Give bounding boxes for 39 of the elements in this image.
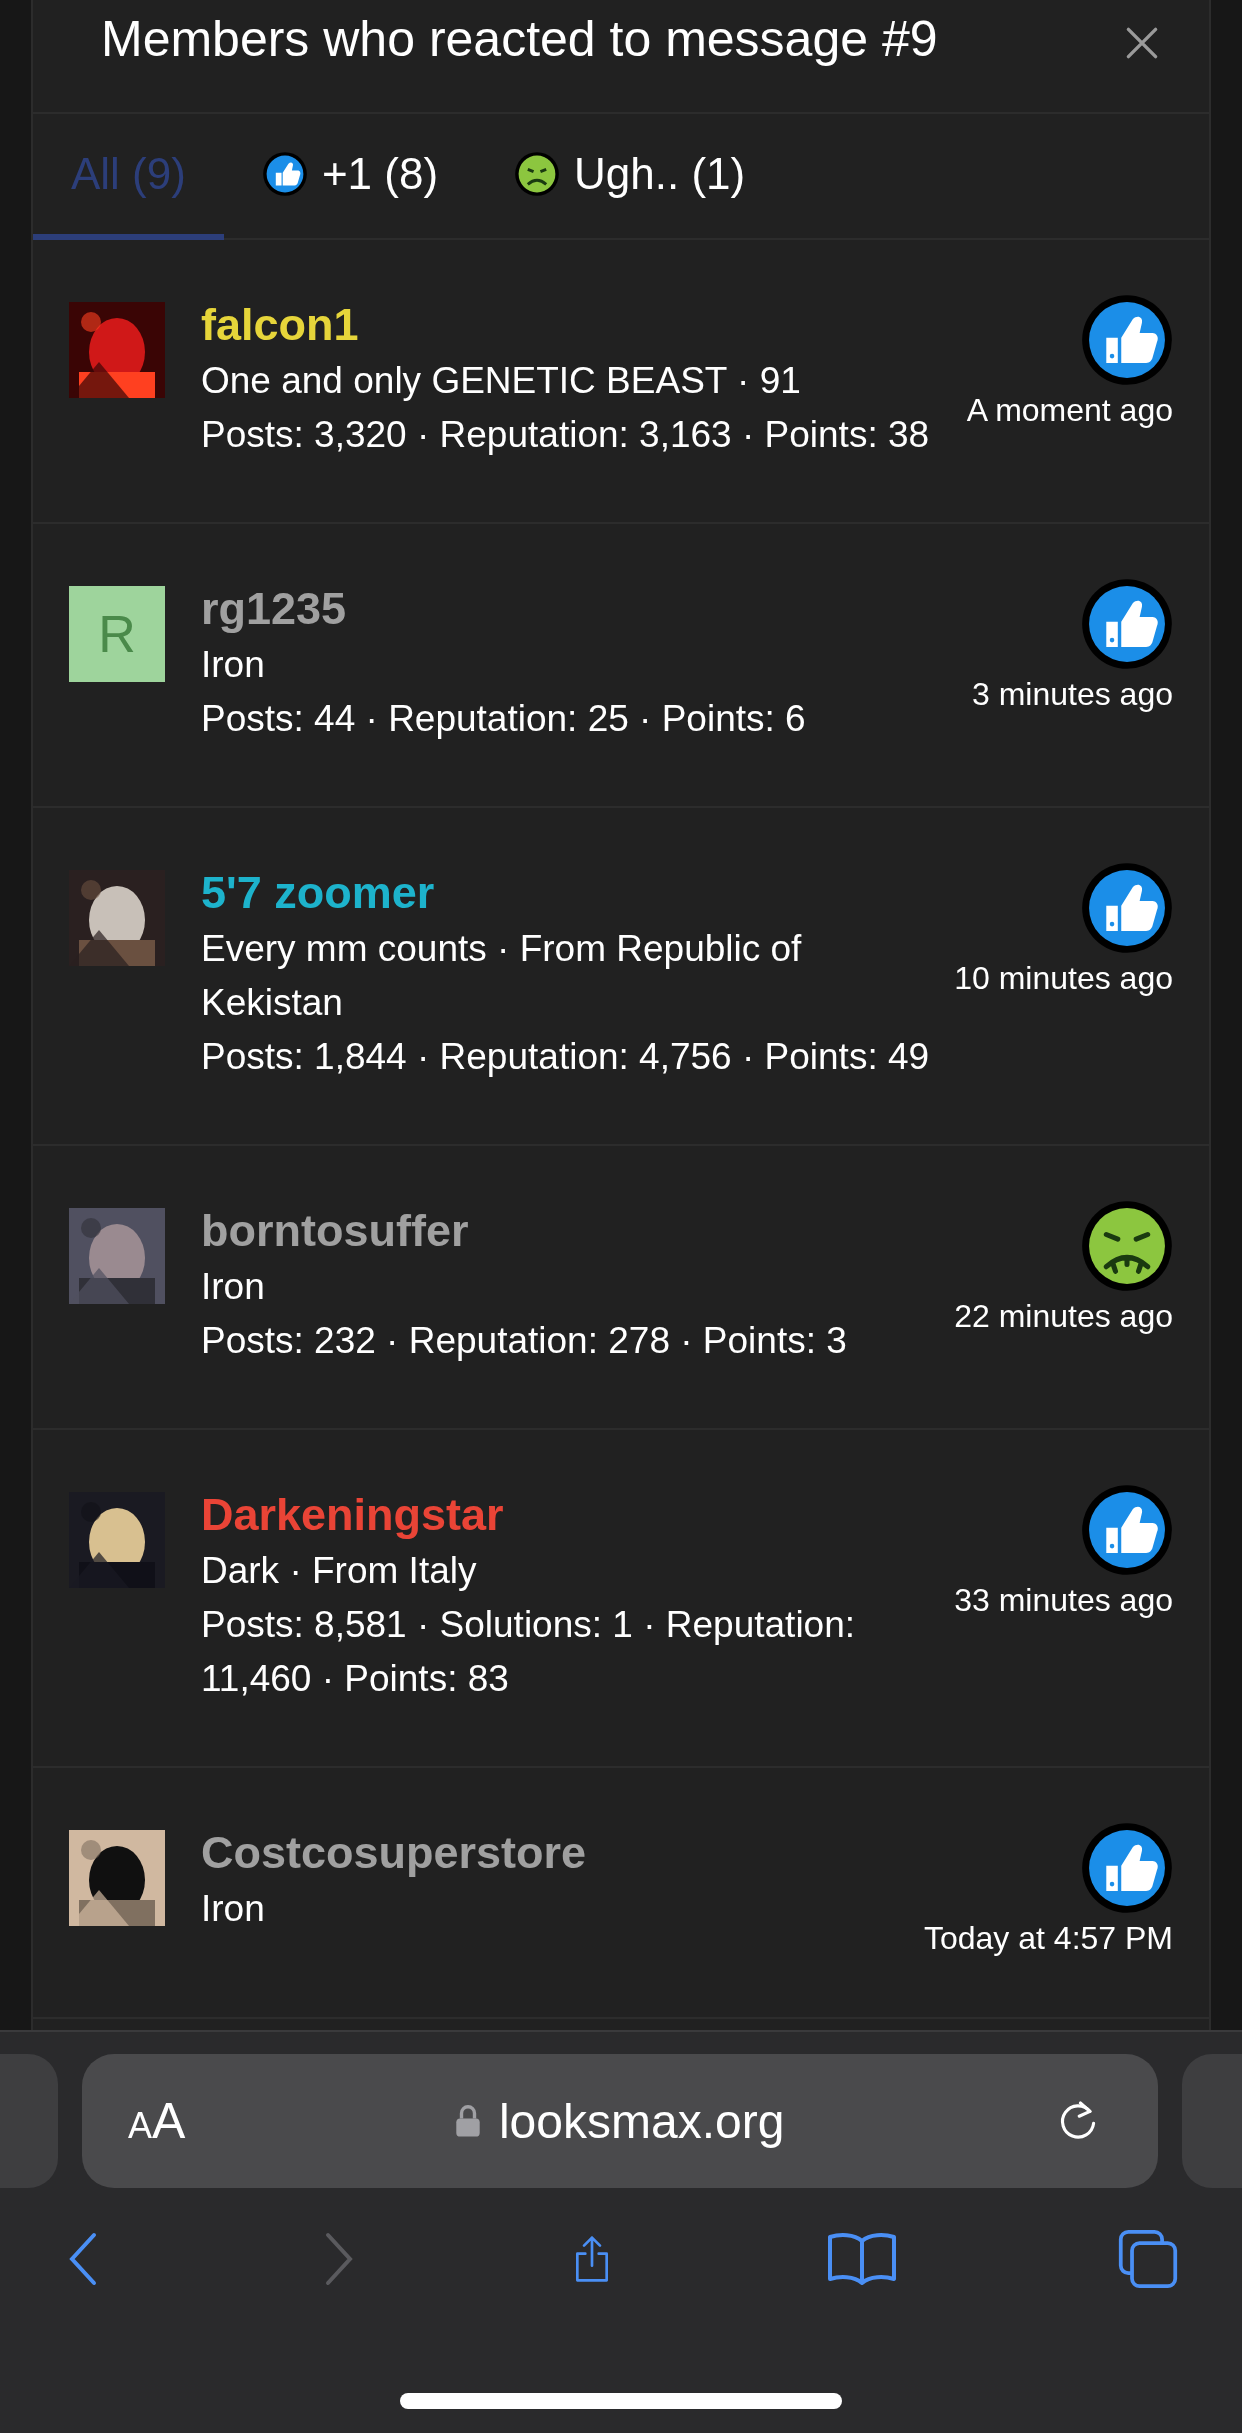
reaction-time: 33 minutes ago xyxy=(954,1582,1173,1619)
address-bar[interactable]: AA looksmax.org xyxy=(82,2054,1158,2188)
member-stats: Posts: 1,844 · Reputation: 4,756 · Points: 49 xyxy=(201,1035,931,1079)
close-icon[interactable] xyxy=(1125,26,1159,60)
member-title: Iron xyxy=(201,1887,266,1931)
member-title: Iron xyxy=(201,643,266,687)
reaction-time: 10 minutes ago xyxy=(954,960,1173,997)
url-text: looksmax.org xyxy=(498,2093,785,2149)
reaction-time: Today at 4:57 PM xyxy=(923,1920,1173,1957)
member-stats: Posts: 232 · Reputation: 278 · Points: 3 xyxy=(201,1319,848,1363)
reaction-time: 22 minutes ago xyxy=(954,1298,1173,1335)
reaction-time: A moment ago xyxy=(966,392,1173,429)
thumbs-up-icon xyxy=(1081,294,1173,386)
member-title: One and only GENETIC BEAST · 91 xyxy=(201,359,802,403)
member-name[interactable]: falcon1 xyxy=(201,296,941,354)
reaction-tab[interactable]: +1 (8) xyxy=(223,114,477,240)
member-name[interactable]: Costcosuperstore xyxy=(201,1824,941,1882)
member-title: Iron xyxy=(201,1265,266,1309)
reader-button[interactable]: AA xyxy=(128,2092,186,2150)
member-name[interactable]: 5'7 zoomer xyxy=(201,864,941,922)
thumbs-up-icon xyxy=(261,151,308,197)
member-name[interactable]: Darkeningstar xyxy=(201,1486,941,1544)
dialog-title: Members who reacted to message #9 xyxy=(101,10,938,68)
sick-face-icon xyxy=(514,151,561,197)
lock-icon xyxy=(454,2104,481,2138)
thumbs-up-icon xyxy=(1081,1822,1173,1914)
thumbs-up-icon xyxy=(1081,578,1173,670)
thumbs-up-icon xyxy=(1081,1484,1173,1576)
thumbs-up-icon xyxy=(1081,862,1173,954)
member-name[interactable]: borntosuffer xyxy=(201,1202,941,1260)
member-title: Every mm counts · From Republic of Kekistan xyxy=(201,927,803,1025)
member-title: Dark · From Italy xyxy=(201,1549,478,1593)
member-stats: Posts: 8,581 · Solutions: 1 · Reputation: 11,460 · Points: 83 xyxy=(201,1603,857,1701)
reaction-tab[interactable]: Ugh.. (1) xyxy=(476,114,784,240)
member-stats: Posts: 3,320 · Reputation: 3,163 · Points: 38 xyxy=(201,413,931,457)
sick-face-icon xyxy=(1081,1200,1173,1292)
member-stats: Posts: 44 · Reputation: 25 · Points: 6 xyxy=(201,697,807,741)
member-name[interactable]: rg1235 xyxy=(201,580,941,638)
reaction-time: 3 minutes ago xyxy=(972,676,1173,713)
